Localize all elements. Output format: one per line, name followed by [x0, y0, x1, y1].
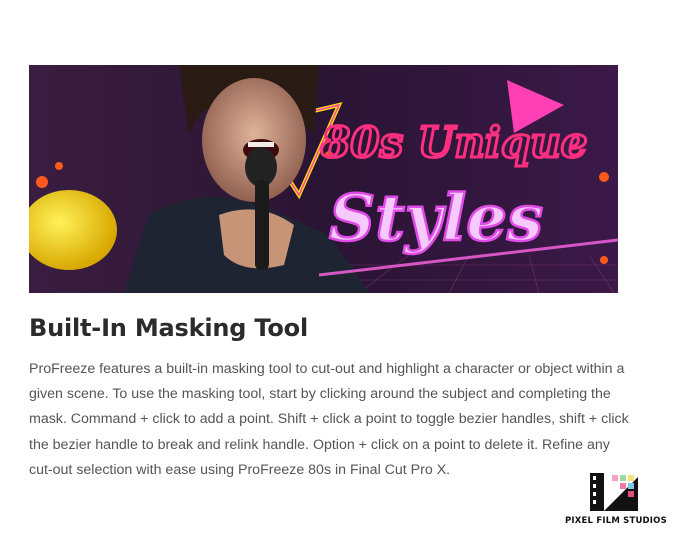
section-description: ProFreeze features a built-in masking to…: [29, 361, 629, 478]
pixel-film-studios-logo[interactable]: PIXEL FILM STUDIOS: [560, 473, 670, 528]
hero-text-line1: 80s Unique: [320, 118, 587, 167]
film-strip-logo-icon: [590, 473, 638, 516]
hero-image: 80s Unique Styles: [29, 65, 618, 293]
brand-name: PIXEL FILM STUDIOS: [565, 516, 667, 526]
hero-text-line2: Styles: [329, 181, 543, 256]
section-title: Built-In Masking Tool: [29, 314, 308, 342]
